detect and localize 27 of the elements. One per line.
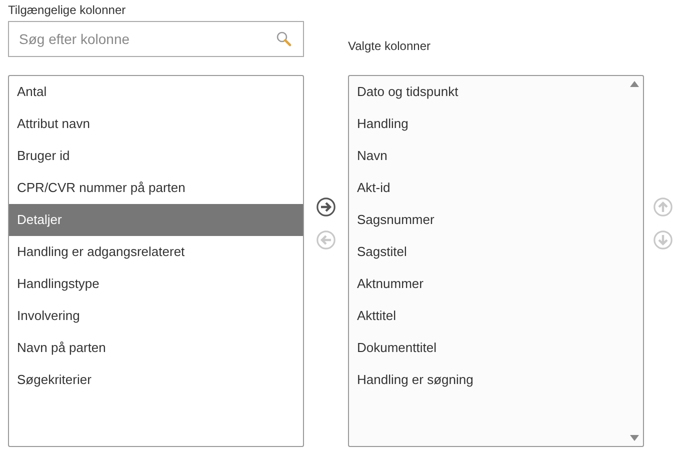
search-icon[interactable]: [276, 31, 292, 47]
list-item[interactable]: Sagsnummer: [349, 204, 643, 236]
list-item[interactable]: Handling er søgning: [349, 364, 643, 396]
list-item[interactable]: Bruger id: [9, 140, 303, 172]
list-label: Tilgængelige kolonner: [8, 2, 126, 19]
list-item[interactable]: Navn: [349, 140, 643, 172]
list-item[interactable]: Akttitel: [349, 300, 643, 332]
list-label: Valgte kolonner: [348, 38, 430, 55]
list-item[interactable]: CPR/CVR nummer på parten: [9, 172, 303, 204]
list-item[interactable]: Handling er adgangsrelateret: [9, 236, 303, 268]
list-item[interactable]: Akt-id: [349, 172, 643, 204]
list-item[interactable]: Sagstitel: [349, 236, 643, 268]
list-item[interactable]: Handlingstype: [9, 268, 303, 300]
arrow-right-button[interactable]: [316, 197, 336, 217]
list-item[interactable]: Søgekriterier: [9, 364, 303, 396]
search-field[interactable]: Søg efter kolonne: [8, 21, 304, 57]
scroll-up-icon[interactable]: [630, 81, 639, 87]
scroll-down-icon[interactable]: [630, 435, 639, 441]
list-item[interactable]: Dato og tidspunkt: [349, 76, 643, 108]
list-item[interactable]: Antal: [9, 76, 303, 108]
list-item[interactable]: Involvering: [9, 300, 303, 332]
list-item[interactable]: Detaljer: [9, 204, 303, 236]
list-item[interactable]: Aktnummer: [349, 268, 643, 300]
list-item[interactable]: Dokumenttitel: [349, 332, 643, 364]
list-item[interactable]: Handling: [349, 108, 643, 140]
list-item[interactable]: Attribut navn: [9, 108, 303, 140]
list-item[interactable]: Navn på parten: [9, 332, 303, 364]
